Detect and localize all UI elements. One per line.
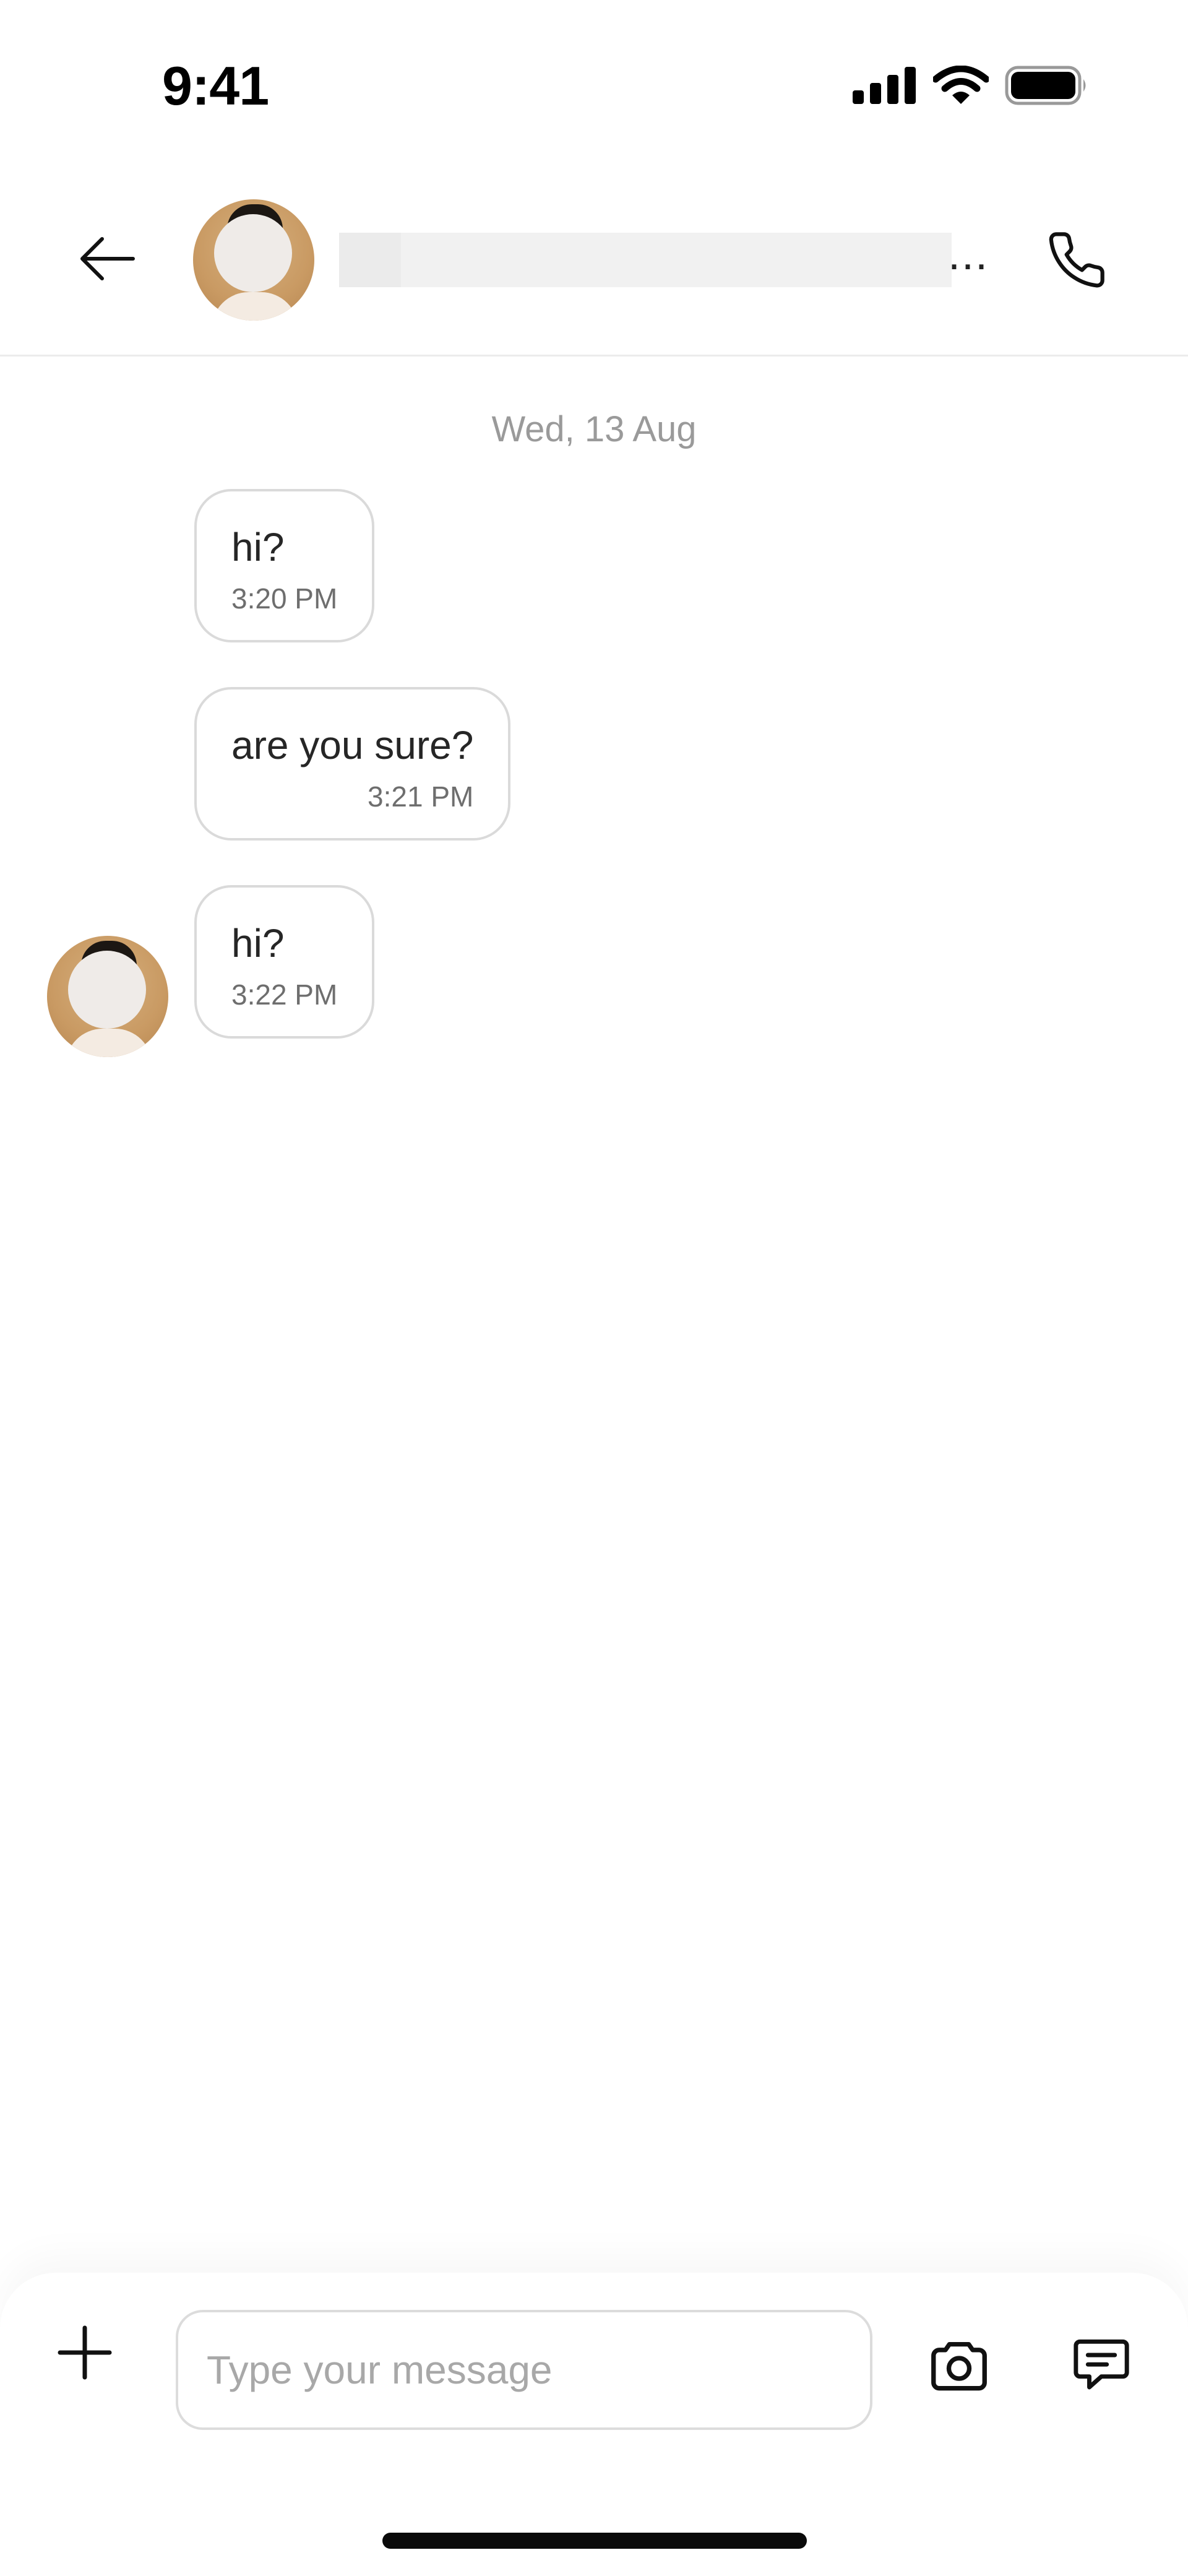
battery-icon	[1005, 66, 1089, 108]
sender-avatar[interactable]	[47, 936, 168, 1057]
avatar-face-blur	[68, 951, 146, 1029]
message-time: 3:20 PM	[231, 582, 338, 615]
message-input[interactable]	[176, 2310, 872, 2430]
avatar-shirt	[212, 292, 298, 321]
message-time: 3:21 PM	[368, 780, 474, 813]
contact-name-ellipsis: ...	[948, 230, 989, 279]
avatar-face-blur	[214, 214, 292, 292]
wifi-icon	[932, 65, 990, 108]
contact-name-redacted[interactable]	[339, 233, 952, 287]
plus-icon	[56, 2324, 113, 2384]
home-indicator	[382, 2533, 807, 2549]
camera-icon	[925, 2332, 993, 2403]
status-bar: 9:41	[0, 0, 1188, 167]
back-button[interactable]	[73, 229, 141, 291]
message-bubble[interactable]: hi? 3:20 PM	[194, 489, 375, 642]
quick-reply-button[interactable]	[1064, 2327, 1138, 2401]
message-text: are you sure?	[231, 723, 474, 767]
message-bubble[interactable]: are you sure? 3:21 PM	[194, 687, 511, 841]
message-bubble[interactable]: hi? 3:22 PM	[194, 885, 375, 1039]
avatar-shirt	[66, 1029, 152, 1057]
signal-icon	[853, 67, 917, 107]
contact-avatar[interactable]	[193, 199, 314, 321]
status-time: 9:41	[162, 55, 269, 116]
message-composer	[0, 2273, 1188, 2576]
status-icons	[853, 65, 1089, 108]
call-button[interactable]	[1040, 224, 1114, 298]
message-time: 3:22 PM	[231, 979, 338, 1011]
phone-icon	[1046, 229, 1108, 294]
message-text: hi?	[231, 525, 285, 569]
date-divider: Wed, 13 Aug	[491, 409, 697, 449]
message-text: hi?	[231, 921, 285, 966]
arrow-left-icon	[77, 234, 137, 287]
message-icon	[1069, 2331, 1134, 2398]
add-attachment-button[interactable]	[51, 2320, 119, 2388]
camera-button[interactable]	[922, 2330, 996, 2404]
chat-header: ...	[0, 167, 1188, 357]
